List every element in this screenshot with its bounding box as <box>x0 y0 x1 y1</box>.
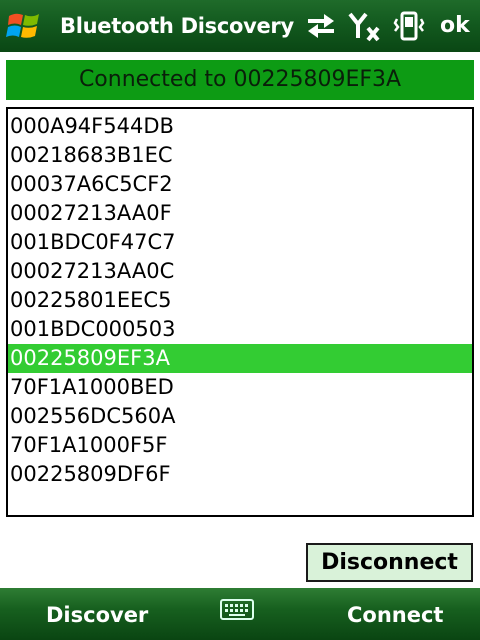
phone-vibrate-icon[interactable] <box>392 10 426 42</box>
device-list-item[interactable]: 00225801EEC5 <box>8 286 472 315</box>
data-connection-icon[interactable] <box>304 10 338 42</box>
device-list-item[interactable]: 000A94F544DB <box>8 112 472 141</box>
device-list[interactable]: 000A94F544DB 00218683B1EC 00037A6C5CF2 0… <box>6 107 474 517</box>
connection-status-banner: Connected to 00225809EF3A <box>6 60 474 100</box>
app-title: Bluetooth Discovery Demo <box>60 14 298 38</box>
device-list-item[interactable]: 00037A6C5CF2 <box>8 170 472 199</box>
device-list-item[interactable]: 00218683B1EC <box>8 141 472 170</box>
device-list-item[interactable]: 00225809DF6F <box>8 460 472 489</box>
connect-softkey[interactable]: Connect <box>347 600 443 630</box>
signal-no-service-icon[interactable] <box>348 10 382 42</box>
discover-softkey[interactable]: Discover <box>46 600 148 630</box>
device-list-item[interactable]: 70F1A1000F5F <box>8 431 472 460</box>
device-list-item[interactable]: 00027213AA0F <box>8 199 472 228</box>
device-list-item[interactable]: 002556DC560A <box>8 402 472 431</box>
keyboard-icon[interactable] <box>220 598 254 622</box>
softkey-bar: Discover Connect <box>0 588 480 640</box>
device-list-item[interactable]: 70F1A1000BED <box>8 373 472 402</box>
device-list-item[interactable]: 001BDC0F47C7 <box>8 228 472 257</box>
device-list-item[interactable]: 001BDC000503 <box>8 315 472 344</box>
device-list-item-selected[interactable]: 00225809EF3A <box>8 344 472 373</box>
disconnect-button[interactable]: Disconnect <box>306 543 473 582</box>
windows-start-icon[interactable] <box>6 8 44 44</box>
device-list-item[interactable]: 00027213AA0C <box>8 257 472 286</box>
title-bar: Bluetooth Discovery Demo ok <box>0 0 480 52</box>
ok-button[interactable]: ok <box>440 11 476 41</box>
